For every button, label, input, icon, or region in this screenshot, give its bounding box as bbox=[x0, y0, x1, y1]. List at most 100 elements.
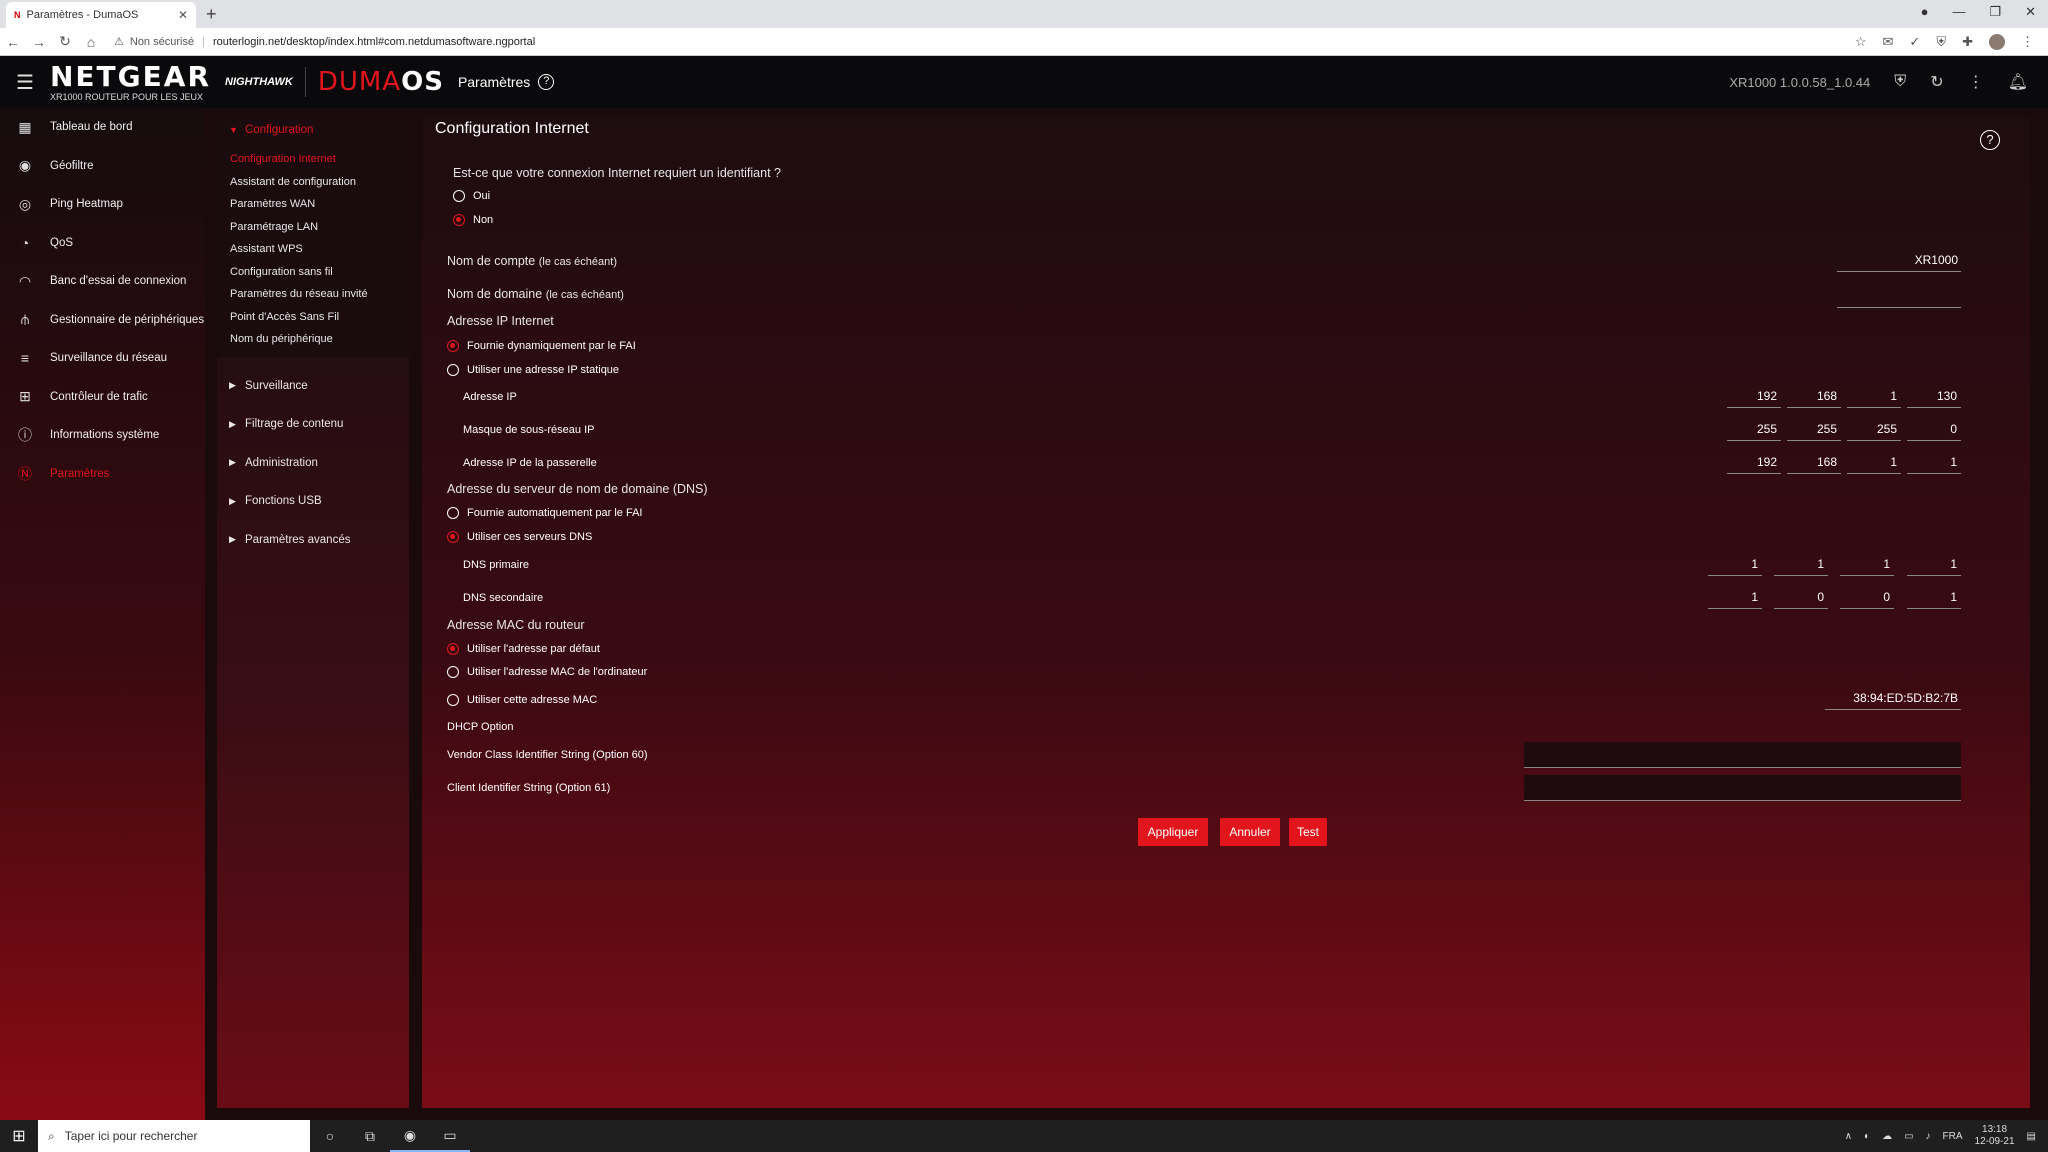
help-icon[interactable]: ? bbox=[1980, 130, 2000, 150]
browser-tab[interactable]: N Paramètres - DumaOS ✕ bbox=[6, 2, 196, 28]
dns2-octet-1[interactable]: 1 bbox=[1708, 587, 1762, 609]
sidebar-item-dashboard[interactable]: ▦ Tableau de bord bbox=[0, 108, 205, 147]
test-button[interactable]: Test bbox=[1289, 818, 1327, 846]
cancel-button[interactable]: Annuler bbox=[1220, 818, 1280, 846]
notification-bell-icon[interactable]: 🔔︎ bbox=[2008, 72, 2028, 92]
dns2-octet-4[interactable]: 1 bbox=[1907, 587, 1961, 609]
tab-close-icon[interactable]: ✕ bbox=[178, 8, 188, 22]
home-button[interactable]: ⌂ bbox=[78, 34, 104, 50]
gateway-octet-2[interactable]: 168 bbox=[1787, 452, 1841, 474]
mask-octet-1[interactable]: 255 bbox=[1727, 419, 1781, 441]
sidebar-item-network-monitor[interactable]: ≡ Surveillance du réseau bbox=[0, 339, 205, 378]
dns-auto-radio[interactable]: Fournie automatiquement par le FAI bbox=[447, 507, 642, 519]
tray-app-icon[interactable]: ◐ bbox=[1864, 1131, 1870, 1142]
browser-menu-icon[interactable]: ⋮ bbox=[2021, 34, 2034, 50]
extension-mail-icon[interactable]: ✉ bbox=[1883, 34, 1894, 50]
ip-octet-3[interactable]: 1 bbox=[1847, 386, 1901, 408]
sidebar-item-device-manager[interactable]: ⫛ Gestionnaire de périphériques bbox=[0, 301, 205, 340]
warning-icon[interactable]: ⚠ bbox=[114, 35, 124, 48]
dns1-octet-2[interactable]: 1 bbox=[1774, 554, 1828, 576]
submenu-item-wan-settings[interactable]: Paramètres WAN bbox=[217, 193, 409, 216]
submenu-item-wireless-setup[interactable]: Configuration sans fil bbox=[217, 261, 409, 284]
submenu-item-internet-setup[interactable]: Configuration Internet bbox=[217, 148, 409, 171]
dns1-octet-4[interactable]: 1 bbox=[1907, 554, 1961, 576]
reload-button[interactable]: ↻ bbox=[52, 33, 78, 50]
submenu-section-content-filtering[interactable]: ▶ Filtrage de contenu bbox=[217, 405, 409, 444]
mask-octet-3[interactable]: 255 bbox=[1847, 419, 1901, 441]
sidebar-item-geofilter[interactable]: ◉ Géofiltre bbox=[0, 147, 205, 186]
netgear-logo[interactable]: NETGEAR XR1000 ROUTEUR POUR LES JEUX bbox=[50, 62, 211, 102]
sidebar-item-benchmark[interactable]: ◠ Banc d'essai de connexion bbox=[0, 262, 205, 301]
windows-start-icon[interactable]: ⊞ bbox=[0, 1126, 38, 1146]
mac-custom-radio[interactable]: Utiliser cette adresse MAC bbox=[447, 694, 597, 706]
submenu-section-usb[interactable]: ▶ Fonctions USB bbox=[217, 482, 409, 521]
mac-address-input[interactable]: 38:94:ED:5D:B2:7B bbox=[1825, 688, 1961, 710]
chrome-taskbar-icon[interactable]: ◉ bbox=[390, 1120, 430, 1152]
submenu-section-monitoring[interactable]: ▶ Surveillance bbox=[217, 367, 409, 406]
submenu-item-lan-setup[interactable]: Paramétrage LAN bbox=[217, 216, 409, 239]
account-name-input[interactable]: XR1000 bbox=[1837, 250, 1961, 272]
close-window-button[interactable]: ✕ bbox=[2025, 4, 2036, 20]
submenu-item-guest-network[interactable]: Paramètres du réseau invité bbox=[217, 283, 409, 306]
file-explorer-taskbar-icon[interactable]: ▭ bbox=[430, 1120, 470, 1152]
url-text[interactable]: routerlogin.net/desktop/index.html#com.n… bbox=[213, 36, 535, 48]
ip-static-radio[interactable]: Utiliser une adresse IP statique bbox=[447, 364, 619, 376]
bookmark-star-icon[interactable]: ☆ bbox=[1855, 34, 1867, 50]
ip-octet-1[interactable]: 192 bbox=[1727, 386, 1781, 408]
login-no-radio[interactable]: Non bbox=[453, 214, 493, 226]
dns2-octet-3[interactable]: 0 bbox=[1840, 587, 1894, 609]
extensions-puzzle-icon[interactable]: ✚ bbox=[1962, 34, 1973, 50]
header-help-icon[interactable]: ? bbox=[538, 74, 555, 90]
ip-octet-2[interactable]: 168 bbox=[1787, 386, 1841, 408]
cortana-icon[interactable]: ○ bbox=[310, 1128, 350, 1144]
sidebar-item-ping-heatmap[interactable]: ◎ Ping Heatmap bbox=[0, 185, 205, 224]
security-label[interactable]: Non sécurisé bbox=[130, 36, 194, 48]
minimize-button[interactable]: — bbox=[1952, 4, 1965, 20]
profile-avatar[interactable] bbox=[1989, 33, 2005, 50]
profile-menu-icon[interactable]: ● bbox=[1921, 4, 1929, 20]
client-identifier-input[interactable] bbox=[1524, 775, 1961, 801]
submenu-section-administration[interactable]: ▶ Administration bbox=[217, 444, 409, 483]
submenu-section-advanced[interactable]: ▶ Paramètres avancés bbox=[217, 521, 409, 560]
sidebar-item-traffic-controller[interactable]: ⊞ Contrôleur de trafic bbox=[0, 378, 205, 417]
shield-icon[interactable]: ⛨ bbox=[1894, 73, 1906, 91]
taskbar-search[interactable]: ⌕ Taper ici pour rechercher bbox=[38, 1120, 310, 1152]
sidebar-item-settings[interactable]: Ⓝ Paramètres bbox=[0, 455, 205, 494]
ip-octet-4[interactable]: 130 bbox=[1907, 386, 1961, 408]
tray-cloud-icon[interactable]: ☁ bbox=[1882, 1131, 1892, 1142]
login-yes-radio[interactable]: Oui bbox=[453, 190, 490, 202]
mask-octet-4[interactable]: 0 bbox=[1907, 419, 1961, 441]
notification-center-icon[interactable]: ▤ bbox=[2027, 1131, 2036, 1142]
mac-default-radio[interactable]: Utiliser l'adresse par défaut bbox=[447, 643, 600, 655]
submenu-item-wps-wizard[interactable]: Assistant WPS bbox=[217, 238, 409, 261]
apply-button[interactable]: Appliquer bbox=[1138, 818, 1208, 846]
gateway-octet-1[interactable]: 192 bbox=[1727, 452, 1781, 474]
sidebar-item-system-info[interactable]: ⓘ Informations système bbox=[0, 416, 205, 455]
back-button[interactable]: ← bbox=[0, 34, 26, 50]
dns2-octet-2[interactable]: 0 bbox=[1774, 587, 1828, 609]
submenu-item-access-point[interactable]: Point d'Accès Sans Fil bbox=[217, 306, 409, 329]
extension-shield-icon[interactable]: ⛨ bbox=[1936, 34, 1946, 50]
refresh-icon[interactable]: ↻ bbox=[1930, 72, 1943, 92]
vendor-class-input[interactable] bbox=[1524, 742, 1961, 768]
sidebar-item-qos[interactable]: ◔ QoS bbox=[0, 224, 205, 263]
tray-chevron-icon[interactable]: ∧ bbox=[1845, 1131, 1852, 1142]
omnibox[interactable]: ⚠ Non sécurisé | routerlogin.net/desktop… bbox=[114, 31, 1855, 53]
dns1-octet-3[interactable]: 1 bbox=[1840, 554, 1894, 576]
tray-network-icon[interactable]: ▭ bbox=[1904, 1131, 1913, 1142]
tray-volume-icon[interactable]: ♪ bbox=[1926, 1131, 1931, 1142]
submenu-item-setup-wizard[interactable]: Assistant de configuration bbox=[217, 171, 409, 194]
mask-octet-2[interactable]: 255 bbox=[1787, 419, 1841, 441]
dns1-octet-1[interactable]: 1 bbox=[1708, 554, 1762, 576]
submenu-section-configuration[interactable]: ▼ Configuration bbox=[217, 116, 409, 144]
new-tab-button[interactable]: + bbox=[206, 4, 217, 25]
submenu-item-device-name[interactable]: Nom du périphérique bbox=[217, 328, 409, 351]
tray-clock[interactable]: 13:18 12-09-21 bbox=[1975, 1124, 2015, 1148]
dns-manual-radio[interactable]: Utiliser ces serveurs DNS bbox=[447, 531, 592, 543]
task-view-icon[interactable]: ⧉ bbox=[350, 1128, 390, 1145]
mac-computer-radio[interactable]: Utiliser l'adresse MAC de l'ordinateur bbox=[447, 666, 647, 678]
more-menu-icon[interactable]: ⋮ bbox=[1968, 72, 1984, 92]
gateway-octet-3[interactable]: 1 bbox=[1847, 452, 1901, 474]
tray-language[interactable]: FRA bbox=[1943, 1131, 1963, 1142]
domain-name-input[interactable] bbox=[1837, 286, 1961, 308]
